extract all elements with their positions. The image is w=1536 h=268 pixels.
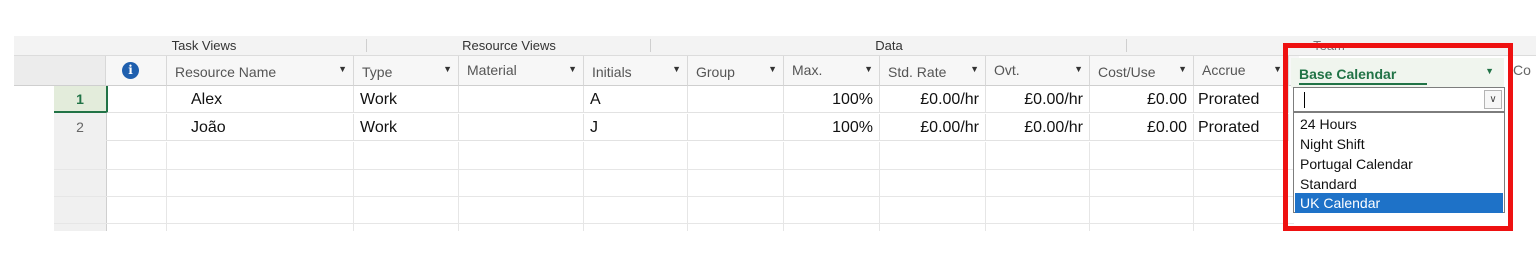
group-cell[interactable]: [688, 86, 784, 113]
column-label: Type: [362, 64, 393, 80]
ribbon-group-task-views: Task Views: [171, 38, 237, 53]
column-header-material[interactable]: Material ▼: [459, 56, 584, 86]
grid-line: [1193, 142, 1194, 231]
group-separator: [1126, 39, 1127, 52]
std-rate-cell[interactable]: £0.00/hr: [880, 86, 986, 113]
chevron-down-icon[interactable]: ▼: [1074, 64, 1083, 74]
column-label: Accrue: [1202, 62, 1246, 78]
indicator-cell[interactable]: [106, 86, 167, 113]
column-label: Max.: [792, 62, 823, 78]
material-cell[interactable]: [459, 86, 584, 113]
column-header-resource-name[interactable]: Resource Name ▼: [167, 56, 354, 86]
type-cell[interactable]: Work: [354, 114, 459, 141]
grid-line: [687, 142, 688, 231]
grid-line: [1089, 142, 1090, 231]
type-cell[interactable]: Work: [354, 86, 459, 113]
grid-line: [166, 142, 167, 231]
chevron-down-icon[interactable]: ▼: [338, 64, 347, 74]
initials-cell[interactable]: J: [584, 114, 688, 141]
highlight-box: [1283, 43, 1513, 231]
column-header-group[interactable]: Group ▼: [688, 56, 784, 86]
column-label: Group: [696, 64, 735, 80]
grid-line: [54, 196, 1294, 197]
chevron-down-icon[interactable]: ▼: [768, 64, 777, 74]
initials-cell[interactable]: A: [584, 86, 688, 113]
column-header-std-rate[interactable]: Std. Rate ▼: [880, 56, 986, 86]
cost-use-cell[interactable]: £0.00: [1090, 114, 1194, 141]
chevron-down-icon[interactable]: ▼: [1178, 64, 1187, 74]
group-separator: [650, 39, 651, 52]
grid-line: [353, 142, 354, 231]
ovt-rate-cell[interactable]: £0.00/hr: [986, 86, 1090, 113]
grid-line: [985, 142, 986, 231]
column-label: Cost/Use: [1098, 64, 1156, 80]
chevron-down-icon[interactable]: ▼: [970, 64, 979, 74]
row-number-2[interactable]: 2: [54, 114, 106, 141]
column-label: Ovt.: [994, 62, 1020, 78]
ribbon-group-data: Data: [875, 38, 903, 53]
grid-line: [458, 142, 459, 231]
accrue-cell[interactable]: Prorated: [1194, 114, 1289, 141]
column-header-max[interactable]: Max. ▼: [784, 56, 880, 86]
row-number-1[interactable]: 1: [54, 86, 106, 113]
ribbon-group-resource-views: Resource Views: [462, 38, 556, 53]
chevron-down-icon[interactable]: ▼: [672, 64, 681, 74]
accrue-cell[interactable]: Prorated: [1194, 86, 1289, 113]
info-icon: i: [122, 62, 139, 79]
grid-line: [783, 142, 784, 231]
chevron-down-icon[interactable]: ▼: [443, 64, 452, 74]
material-cell[interactable]: [459, 114, 584, 141]
grid-line: [54, 223, 1294, 224]
grid-line: [583, 142, 584, 231]
indicator-cell[interactable]: [106, 114, 167, 141]
column-header-ovt[interactable]: Ovt. ▼: [986, 56, 1090, 86]
grid-line: [54, 169, 1294, 170]
std-rate-cell[interactable]: £0.00/hr: [880, 114, 986, 141]
max-cell[interactable]: 100%: [784, 114, 880, 141]
column-header-initials[interactable]: Initials ▼: [584, 56, 688, 86]
column-label: Initials: [592, 64, 632, 80]
grid-line: [879, 142, 880, 231]
group-separator: [366, 39, 367, 52]
column-label: Material: [467, 62, 517, 78]
column-header-accrue[interactable]: Accrue ▼: [1194, 56, 1289, 86]
chevron-down-icon[interactable]: ▼: [568, 64, 577, 74]
resource-name-cell[interactable]: João: [167, 114, 354, 141]
column-header-cost-use[interactable]: Cost/Use ▼: [1090, 56, 1194, 86]
group-cell[interactable]: [688, 114, 784, 141]
column-header-next-partial[interactable]: Co: [1513, 62, 1531, 78]
indicators-column-header[interactable]: i: [106, 56, 167, 86]
max-cell[interactable]: 100%: [784, 86, 880, 113]
chevron-down-icon[interactable]: ▼: [1273, 64, 1282, 74]
cost-use-cell[interactable]: £0.00: [1090, 86, 1194, 113]
select-all-corner[interactable]: [14, 56, 106, 86]
chevron-down-icon[interactable]: ▼: [864, 64, 873, 74]
column-label: Std. Rate: [888, 64, 947, 80]
ovt-rate-cell[interactable]: £0.00/hr: [986, 114, 1090, 141]
column-header-type[interactable]: Type ▼: [354, 56, 459, 86]
column-label: Resource Name: [175, 64, 277, 80]
resource-name-cell[interactable]: Alex: [167, 86, 354, 113]
